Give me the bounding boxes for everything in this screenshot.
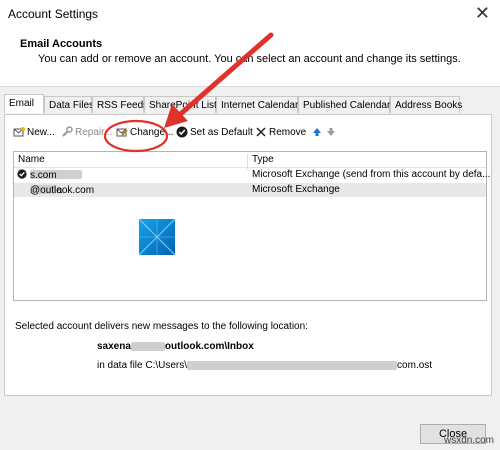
tab-address-books[interactable]: Address Books bbox=[390, 96, 462, 113]
tab-rss-feeds[interactable]: RSS Feeds bbox=[92, 96, 148, 113]
tab-sharepoint-lists[interactable]: SharePoint Lists bbox=[144, 96, 222, 113]
delivery-folder-end: outlook.com\Inbox bbox=[164, 341, 254, 352]
tab-published-calendars[interactable]: Published Calendars bbox=[298, 96, 395, 113]
account-type: Microsoft Exchange bbox=[252, 184, 340, 195]
wrench-icon bbox=[62, 126, 73, 138]
watermark: wsxdn.com bbox=[443, 435, 494, 446]
email-tab-panel: New... Repair... Change... Set as Defaul… bbox=[4, 114, 492, 396]
title-bar: Account Settings ✕ bbox=[0, 0, 500, 28]
column-separator[interactable] bbox=[247, 154, 248, 169]
delivery-location-text: Selected account delivers new messages t… bbox=[15, 321, 308, 332]
accounts-list-header: Name Type bbox=[14, 152, 486, 169]
close-icon[interactable]: ✕ bbox=[475, 3, 490, 24]
new-button[interactable]: New... bbox=[13, 126, 55, 140]
repair-button-label: Repair... bbox=[75, 127, 113, 138]
change-button-label: Change... bbox=[130, 127, 174, 138]
move-down-button[interactable] bbox=[325, 126, 339, 140]
header-title: Email Accounts bbox=[20, 38, 103, 50]
set-as-default-button[interactable]: Set as Default bbox=[176, 126, 253, 140]
column-header-name[interactable]: Name bbox=[18, 154, 45, 165]
header-subtitle: You can add or remove an account. You ca… bbox=[38, 53, 461, 65]
accounts-list[interactable]: Name Type Admins.com Microsoft Exchange … bbox=[13, 151, 490, 301]
change-button[interactable]: Change... bbox=[116, 126, 173, 140]
remove-x-icon bbox=[256, 127, 266, 137]
new-button-label: New... bbox=[27, 127, 55, 138]
set-as-default-label: Set as Default bbox=[190, 127, 253, 138]
repair-button[interactable]: Repair... bbox=[61, 126, 112, 140]
delivery-file-start: in data file C:\Users\ bbox=[97, 360, 188, 371]
tab-internet-calendars[interactable]: Internet Calendars bbox=[216, 96, 303, 113]
delivery-folder: saxena outlook.com\Inbox bbox=[97, 341, 254, 352]
new-account-icon bbox=[13, 127, 25, 137]
tab-email[interactable]: Email bbox=[4, 94, 44, 113]
redacted-text bbox=[130, 341, 165, 351]
remove-button[interactable]: Remove bbox=[255, 126, 306, 140]
account-type: Microsoft Exchange (send from this accou… bbox=[252, 169, 491, 180]
delivery-data-file: in data file C:\Users\ com.ost bbox=[97, 360, 432, 371]
move-up-button[interactable] bbox=[311, 126, 325, 140]
delivery-file-end: com.ost bbox=[397, 360, 433, 371]
account-row-selected[interactable]: saxena@outlook.com Microsoft Exchange bbox=[14, 183, 486, 197]
account-row[interactable]: Admins.com Microsoft Exchange (send from… bbox=[14, 168, 490, 182]
arrow-down-icon bbox=[327, 128, 335, 137]
window-title: Account Settings bbox=[8, 7, 99, 21]
dialog-header: Email Accounts You can add or remove an … bbox=[0, 28, 500, 87]
change-account-icon bbox=[116, 128, 128, 137]
default-account-icon bbox=[17, 169, 27, 182]
account-name-end: s.com bbox=[30, 170, 57, 181]
tab-data-files[interactable]: Data Files bbox=[44, 96, 94, 113]
checkmark-icon bbox=[176, 126, 188, 138]
account-name-end: @outlook.com bbox=[30, 185, 95, 196]
redacted-text bbox=[187, 360, 398, 370]
remove-button-label: Remove bbox=[269, 127, 307, 138]
windows-logo-icon bbox=[138, 218, 176, 256]
delivery-folder-start: saxena bbox=[97, 341, 131, 352]
column-header-type[interactable]: Type bbox=[252, 154, 274, 165]
arrow-up-icon bbox=[313, 128, 321, 137]
